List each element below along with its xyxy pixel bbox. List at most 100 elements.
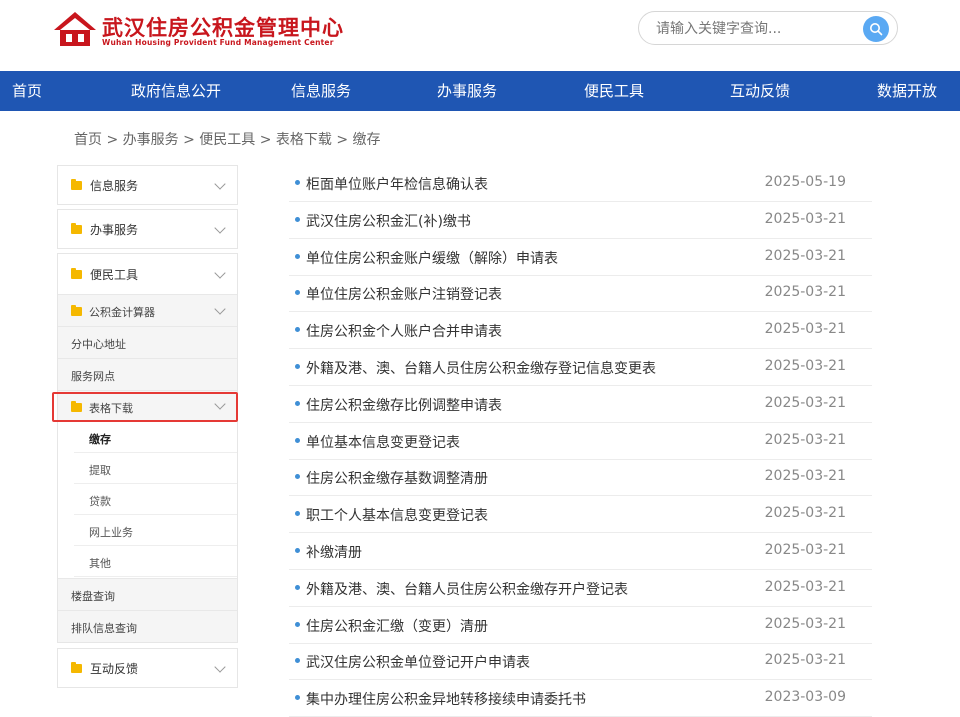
list-item[interactable]: 武汉住房公积金单位登记开户申请表 2025-03-21 [289,643,872,681]
sidebar-item-property[interactable]: 楼盘查询 [58,578,237,610]
sidebar-item-label: 办事服务 [90,223,139,237]
bullet-icon [295,621,300,627]
list-item-title[interactable]: 单位住房公积金账户注销登记表 [306,284,502,304]
bullet-icon [295,327,300,333]
list-item[interactable]: 住房公积金个人账户合并申请表 2025-03-21 [289,312,872,350]
sidebar-subitem-withdraw[interactable]: 提取 [74,453,237,484]
nav-home[interactable]: 首页 [12,71,42,111]
list-item[interactable]: 住房公积金缴存基数调整清册 2025-03-21 [289,459,872,497]
list-item[interactable]: 武汉住房公积金汇(补)缴书 2025-03-21 [289,202,872,239]
list-item-title[interactable]: 住房公积金缴存比例调整申请表 [306,395,502,415]
list-item-date: 2025-03-21 [764,210,846,227]
sidebar-item-calculator[interactable]: 公积金计算器 [58,294,237,326]
list-item[interactable]: 外籍及港、澳、台籍人员住房公积金缴存开户登记表 2025-03-21 [289,570,872,607]
bullet-icon [295,400,300,406]
list-item[interactable]: 职工个人基本信息变更登记表 2025-03-21 [289,496,872,534]
list-item[interactable]: 单位住房公积金账户注销登记表 2025-03-21 [289,275,872,313]
sidebar-item-label: 提取 [89,464,111,477]
nav-tools[interactable]: 便民工具 [584,71,644,111]
list-item[interactable]: 单位基本信息变更登记表 2025-03-21 [289,423,872,460]
list-item-date: 2025-05-19 [764,174,846,190]
list-item-title[interactable]: 住房公积金个人账户合并申请表 [306,321,502,341]
list-item-title[interactable]: 单位基本信息变更登记表 [306,432,460,452]
sidebar-item-label: 信息服务 [90,179,139,193]
bullet-icon [295,511,300,517]
sidebar-subitem-deposit[interactable]: 缴存 [74,422,237,453]
list-item-date: 2025-03-21 [764,321,846,338]
list-item[interactable]: 住房公积金汇缴（变更）清册 2025-03-21 [289,607,872,644]
list-item[interactable]: 外籍及港、澳、台籍人员住房公积金缴存登记信息变更表 2025-03-21 [289,349,872,386]
chevron-down-icon [214,178,226,190]
list-item[interactable]: 集中办理住房公积金异地转移接续申请委托书 2023-03-09 [289,680,872,717]
house-logo-icon [54,12,96,46]
list-item[interactable]: 住房公积金缴存比例调整申请表 2025-03-21 [289,386,872,423]
logo-title-en: Wuhan Housing Provident Fund Management … [102,38,334,47]
search-button[interactable] [863,16,889,42]
list-item-date: 2025-03-21 [764,652,846,669]
list-item-date: 2025-03-21 [764,578,846,595]
list-item-title[interactable]: 职工个人基本信息变更登记表 [306,505,488,525]
sidebar-item-label: 分中心地址 [71,338,126,351]
sidebar-subitem-other[interactable]: 其他 [74,546,237,577]
sidebar-item-label: 公积金计算器 [89,306,155,319]
list-item-title[interactable]: 外籍及港、澳、台籍人员住房公积金缴存开户登记表 [306,579,628,599]
list-item-title[interactable]: 武汉住房公积金单位登记开户申请表 [306,652,530,672]
bullet-icon [295,216,300,222]
list-item-date: 2025-03-21 [764,615,846,632]
sidebar-item-queue[interactable]: 排队信息查询 [58,610,237,642]
list-item-title[interactable]: 单位住房公积金账户缓缴（解除）申请表 [306,248,558,268]
nav-open-data[interactable]: 数据开放 [877,71,937,111]
list-item-title[interactable]: 武汉住房公积金汇(补)缴书 [306,211,471,231]
sidebar-item-label: 楼盘查询 [71,590,115,603]
sidebar-item-feedback[interactable]: 互动反馈 [57,648,238,688]
list-item-title[interactable]: 集中办理住房公积金异地转移接续申请委托书 [306,689,586,709]
list-item-title[interactable]: 住房公积金汇缴（变更）清册 [306,616,488,636]
nav-info-service[interactable]: 信息服务 [291,71,351,111]
search-box [638,11,898,45]
list-item-title[interactable]: 外籍及港、澳、台籍人员住房公积金缴存登记信息变更表 [306,358,656,378]
list-item-title[interactable]: 补缴清册 [306,542,362,562]
search-icon [870,23,883,36]
list-item-date: 2025-03-21 [764,542,846,558]
chevron-down-icon [214,222,226,234]
sidebar-item-info-service[interactable]: 信息服务 [57,165,238,205]
sidebar-tools-header[interactable]: 便民工具 [58,254,237,292]
nav-feedback[interactable]: 互动反馈 [730,71,790,111]
sidebar-subitem-online[interactable]: 网上业务 [74,515,237,546]
nav-gov-info[interactable]: 政府信息公开 [131,71,221,111]
list-item-date: 2025-03-21 [764,394,846,411]
list-item-title[interactable]: 柜面单位账户年检信息确认表 [306,174,488,194]
sidebar-subitem-loan[interactable]: 贷款 [74,484,237,515]
sidebar-item-label: 便民工具 [90,268,139,282]
sidebar-item-label: 缴存 [89,433,111,446]
sidebar-item-tools: 便民工具 公积金计算器 分中心地址 服务网点 表格下载 缴存 提取 贷款 网上业… [57,253,238,643]
bullet-icon [295,658,300,664]
folder-icon [71,179,82,190]
list-item-title[interactable]: 住房公积金缴存基数调整清册 [306,468,488,488]
list-item-date: 2025-03-21 [764,431,846,448]
sidebar-item-label: 互动反馈 [90,662,139,676]
nav-affairs-service[interactable]: 办事服务 [437,71,497,111]
bullet-icon [295,253,300,259]
list-item[interactable]: 单位住房公积金账户缓缴（解除）申请表 2025-03-21 [289,239,872,276]
bullet-icon [295,584,300,590]
search-input[interactable] [656,19,856,39]
list-item-date: 2025-03-21 [764,247,846,264]
bullet-icon [295,695,300,701]
bullet-icon [295,474,300,480]
chevron-down-icon [214,267,226,279]
bullet-icon [295,437,300,443]
sidebar-item-label: 网上业务 [89,526,133,539]
sidebar-item-branch-address[interactable]: 分中心地址 [58,326,237,358]
sidebar-item-label: 其他 [89,557,111,570]
sidebar-item-outlets[interactable]: 服务网点 [58,358,237,390]
folder-icon [71,223,82,234]
sidebar-item-affairs-service[interactable]: 办事服务 [57,209,238,249]
list-item-date: 2025-03-21 [764,358,846,374]
chevron-down-icon [214,661,226,673]
site-logo[interactable]: 武汉住房公积金管理中心 Wuhan Housing Provident Fund… [52,10,343,50]
site-header: 武汉住房公积金管理中心 Wuhan Housing Provident Fund… [0,0,960,71]
list-item[interactable]: 补缴清册 2025-03-21 [289,533,872,570]
list-item-date: 2025-03-21 [764,468,846,485]
list-item[interactable]: 柜面单位账户年检信息确认表 2025-05-19 [289,165,872,202]
